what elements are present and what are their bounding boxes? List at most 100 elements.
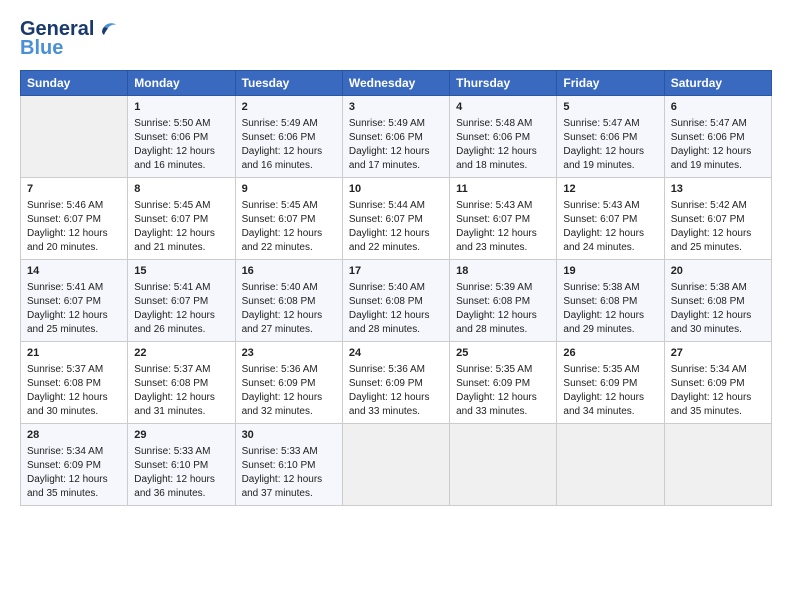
cell-content: Sunrise: 5:34 AM Sunset: 6:09 PM Dayligh…: [27, 445, 121, 501]
cell-content: Sunrise: 5:35 AM Sunset: 6:09 PM Dayligh…: [456, 363, 550, 419]
logo-bird-icon: [96, 21, 118, 39]
cell-content: Sunrise: 5:35 AM Sunset: 6:09 PM Dayligh…: [563, 363, 657, 419]
calendar-cell: 4Sunrise: 5:48 AM Sunset: 6:06 PM Daylig…: [450, 96, 557, 178]
calendar-cell: 29Sunrise: 5:33 AM Sunset: 6:10 PM Dayli…: [128, 423, 235, 505]
day-number: 21: [27, 346, 121, 362]
cell-content: Sunrise: 5:36 AM Sunset: 6:09 PM Dayligh…: [242, 363, 336, 419]
calendar-cell: [664, 423, 771, 505]
calendar-cell: 21Sunrise: 5:37 AM Sunset: 6:08 PM Dayli…: [21, 341, 128, 423]
cell-content: Sunrise: 5:38 AM Sunset: 6:08 PM Dayligh…: [671, 281, 765, 337]
cell-content: Sunrise: 5:46 AM Sunset: 6:07 PM Dayligh…: [27, 199, 121, 255]
calendar-cell: 6Sunrise: 5:47 AM Sunset: 6:06 PM Daylig…: [664, 96, 771, 178]
calendar-cell: [21, 96, 128, 178]
day-number: 3: [349, 100, 443, 116]
cell-content: Sunrise: 5:49 AM Sunset: 6:06 PM Dayligh…: [349, 117, 443, 173]
cell-content: Sunrise: 5:39 AM Sunset: 6:08 PM Dayligh…: [456, 281, 550, 337]
day-number: 23: [242, 346, 336, 362]
day-number: 14: [27, 264, 121, 280]
day-number: 29: [134, 428, 228, 444]
cell-content: Sunrise: 5:40 AM Sunset: 6:08 PM Dayligh…: [242, 281, 336, 337]
header-cell-friday: Friday: [557, 71, 664, 96]
header-cell-saturday: Saturday: [664, 71, 771, 96]
page: General Blue SundayMondayTuesdayWednesda…: [0, 0, 792, 516]
logo: General Blue: [20, 18, 118, 60]
cell-content: Sunrise: 5:33 AM Sunset: 6:10 PM Dayligh…: [242, 445, 336, 501]
day-number: 6: [671, 100, 765, 116]
calendar-cell: 22Sunrise: 5:37 AM Sunset: 6:08 PM Dayli…: [128, 341, 235, 423]
header-cell-sunday: Sunday: [21, 71, 128, 96]
day-number: 8: [134, 182, 228, 198]
calendar-cell: 17Sunrise: 5:40 AM Sunset: 6:08 PM Dayli…: [342, 259, 449, 341]
day-number: 7: [27, 182, 121, 198]
day-number: 4: [456, 100, 550, 116]
calendar-cell: [557, 423, 664, 505]
day-number: 17: [349, 264, 443, 280]
cell-content: Sunrise: 5:38 AM Sunset: 6:08 PM Dayligh…: [563, 281, 657, 337]
cell-content: Sunrise: 5:43 AM Sunset: 6:07 PM Dayligh…: [563, 199, 657, 255]
calendar-cell: 25Sunrise: 5:35 AM Sunset: 6:09 PM Dayli…: [450, 341, 557, 423]
week-row-2: 7Sunrise: 5:46 AM Sunset: 6:07 PM Daylig…: [21, 177, 772, 259]
header-row: SundayMondayTuesdayWednesdayThursdayFrid…: [21, 71, 772, 96]
day-number: 30: [242, 428, 336, 444]
week-row-5: 28Sunrise: 5:34 AM Sunset: 6:09 PM Dayli…: [21, 423, 772, 505]
cell-content: Sunrise: 5:34 AM Sunset: 6:09 PM Dayligh…: [671, 363, 765, 419]
day-number: 11: [456, 182, 550, 198]
day-number: 19: [563, 264, 657, 280]
calendar-cell: 7Sunrise: 5:46 AM Sunset: 6:07 PM Daylig…: [21, 177, 128, 259]
calendar-cell: 28Sunrise: 5:34 AM Sunset: 6:09 PM Dayli…: [21, 423, 128, 505]
calendar-cell: 27Sunrise: 5:34 AM Sunset: 6:09 PM Dayli…: [664, 341, 771, 423]
cell-content: Sunrise: 5:50 AM Sunset: 6:06 PM Dayligh…: [134, 117, 228, 173]
cell-content: Sunrise: 5:47 AM Sunset: 6:06 PM Dayligh…: [563, 117, 657, 173]
calendar-cell: 20Sunrise: 5:38 AM Sunset: 6:08 PM Dayli…: [664, 259, 771, 341]
day-number: 20: [671, 264, 765, 280]
calendar-cell: 14Sunrise: 5:41 AM Sunset: 6:07 PM Dayli…: [21, 259, 128, 341]
cell-content: Sunrise: 5:37 AM Sunset: 6:08 PM Dayligh…: [134, 363, 228, 419]
calendar-cell: 24Sunrise: 5:36 AM Sunset: 6:09 PM Dayli…: [342, 341, 449, 423]
calendar-cell: 19Sunrise: 5:38 AM Sunset: 6:08 PM Dayli…: [557, 259, 664, 341]
cell-content: Sunrise: 5:43 AM Sunset: 6:07 PM Dayligh…: [456, 199, 550, 255]
day-number: 9: [242, 182, 336, 198]
day-number: 10: [349, 182, 443, 198]
calendar-cell: 3Sunrise: 5:49 AM Sunset: 6:06 PM Daylig…: [342, 96, 449, 178]
day-number: 24: [349, 346, 443, 362]
week-row-1: 1Sunrise: 5:50 AM Sunset: 6:06 PM Daylig…: [21, 96, 772, 178]
cell-content: Sunrise: 5:37 AM Sunset: 6:08 PM Dayligh…: [27, 363, 121, 419]
calendar-cell: 18Sunrise: 5:39 AM Sunset: 6:08 PM Dayli…: [450, 259, 557, 341]
calendar-cell: [342, 423, 449, 505]
day-number: 16: [242, 264, 336, 280]
day-number: 28: [27, 428, 121, 444]
cell-content: Sunrise: 5:49 AM Sunset: 6:06 PM Dayligh…: [242, 117, 336, 173]
day-number: 25: [456, 346, 550, 362]
day-number: 15: [134, 264, 228, 280]
calendar-cell: 15Sunrise: 5:41 AM Sunset: 6:07 PM Dayli…: [128, 259, 235, 341]
logo-blue: Blue: [20, 37, 63, 60]
calendar-cell: 11Sunrise: 5:43 AM Sunset: 6:07 PM Dayli…: [450, 177, 557, 259]
header: General Blue: [20, 18, 772, 60]
day-number: 5: [563, 100, 657, 116]
day-number: 1: [134, 100, 228, 116]
calendar-cell: 8Sunrise: 5:45 AM Sunset: 6:07 PM Daylig…: [128, 177, 235, 259]
calendar-cell: 12Sunrise: 5:43 AM Sunset: 6:07 PM Dayli…: [557, 177, 664, 259]
calendar-cell: 13Sunrise: 5:42 AM Sunset: 6:07 PM Dayli…: [664, 177, 771, 259]
header-cell-wednesday: Wednesday: [342, 71, 449, 96]
cell-content: Sunrise: 5:45 AM Sunset: 6:07 PM Dayligh…: [242, 199, 336, 255]
header-cell-tuesday: Tuesday: [235, 71, 342, 96]
calendar-cell: [450, 423, 557, 505]
calendar-cell: 16Sunrise: 5:40 AM Sunset: 6:08 PM Dayli…: [235, 259, 342, 341]
week-row-3: 14Sunrise: 5:41 AM Sunset: 6:07 PM Dayli…: [21, 259, 772, 341]
calendar-table: SundayMondayTuesdayWednesdayThursdayFrid…: [20, 70, 772, 506]
day-number: 18: [456, 264, 550, 280]
cell-content: Sunrise: 5:48 AM Sunset: 6:06 PM Dayligh…: [456, 117, 550, 173]
cell-content: Sunrise: 5:45 AM Sunset: 6:07 PM Dayligh…: [134, 199, 228, 255]
header-cell-thursday: Thursday: [450, 71, 557, 96]
cell-content: Sunrise: 5:41 AM Sunset: 6:07 PM Dayligh…: [27, 281, 121, 337]
calendar-cell: 10Sunrise: 5:44 AM Sunset: 6:07 PM Dayli…: [342, 177, 449, 259]
cell-content: Sunrise: 5:40 AM Sunset: 6:08 PM Dayligh…: [349, 281, 443, 337]
day-number: 12: [563, 182, 657, 198]
week-row-4: 21Sunrise: 5:37 AM Sunset: 6:08 PM Dayli…: [21, 341, 772, 423]
cell-content: Sunrise: 5:33 AM Sunset: 6:10 PM Dayligh…: [134, 445, 228, 501]
calendar-cell: 26Sunrise: 5:35 AM Sunset: 6:09 PM Dayli…: [557, 341, 664, 423]
day-number: 26: [563, 346, 657, 362]
calendar-cell: 23Sunrise: 5:36 AM Sunset: 6:09 PM Dayli…: [235, 341, 342, 423]
calendar-cell: 2Sunrise: 5:49 AM Sunset: 6:06 PM Daylig…: [235, 96, 342, 178]
